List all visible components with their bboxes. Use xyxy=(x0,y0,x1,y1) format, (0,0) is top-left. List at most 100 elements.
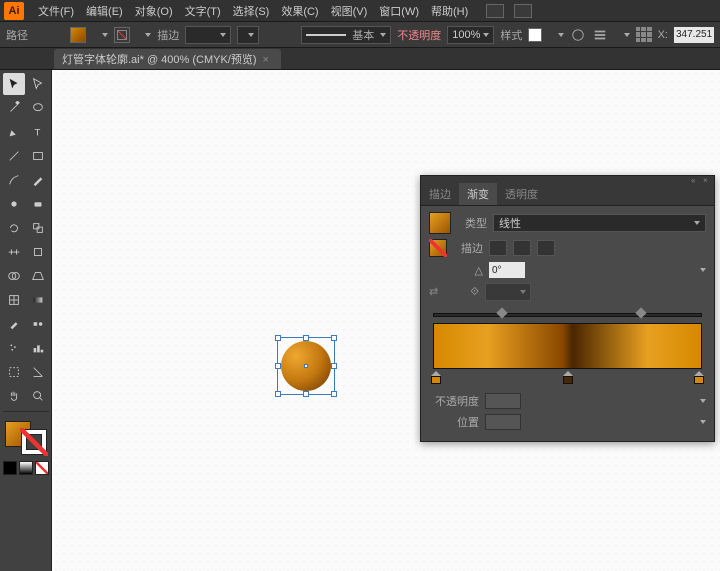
shape-builder-tool[interactable] xyxy=(3,265,25,287)
panel-close-icon[interactable]: × xyxy=(703,177,711,185)
column-graph-tool[interactable] xyxy=(27,337,49,359)
gradient-ramp[interactable] xyxy=(433,323,702,369)
panel-collapse-icon[interactable]: « xyxy=(691,177,699,185)
stroke-style-dropdown[interactable]: 基本 xyxy=(301,26,391,44)
close-tab-icon[interactable]: × xyxy=(263,54,273,64)
style-dropdown-icon[interactable] xyxy=(558,33,564,37)
stroke-gradient-swatch[interactable] xyxy=(429,239,447,257)
fill-swatch[interactable] xyxy=(70,27,86,43)
pen-tool[interactable] xyxy=(3,121,25,143)
slice-tool[interactable] xyxy=(27,361,49,383)
width-tool[interactable] xyxy=(3,241,25,263)
opacity-label: 不透明度 xyxy=(397,27,441,43)
gradient-panel: « × 描边 渐变 透明度 类型 线性 描边 △ 0° ⇄ ⟐ xyxy=(420,175,715,442)
stroke-apply-across-icon[interactable] xyxy=(537,240,555,256)
stroke-apply-along-icon[interactable] xyxy=(513,240,531,256)
direct-selection-tool[interactable] xyxy=(27,73,49,95)
scale-tool[interactable] xyxy=(27,217,49,239)
lasso-tool[interactable] xyxy=(27,97,49,119)
center-point-icon xyxy=(304,364,308,368)
x-coordinate-field[interactable]: 347.251 xyxy=(674,27,714,43)
document-tab[interactable]: 灯管字体轮廓.ai* @ 400% (CMYK/预览) × xyxy=(54,49,281,69)
menu-effect[interactable]: 效果(C) xyxy=(275,3,324,19)
type-tool[interactable]: T xyxy=(27,121,49,143)
stop-opacity-dropdown-icon[interactable] xyxy=(700,399,706,403)
menu-bar: Ai 文件(F) 编辑(E) 对象(O) 文字(T) 选择(S) 效果(C) 视… xyxy=(0,0,720,22)
pencil-tool[interactable] xyxy=(27,169,49,191)
resize-handle-tl[interactable] xyxy=(275,335,281,341)
align-dropdown-icon[interactable] xyxy=(624,33,630,37)
resize-handle-bm[interactable] xyxy=(303,391,309,397)
menu-select[interactable]: 选择(S) xyxy=(227,3,276,19)
stroke-dropdown-icon[interactable] xyxy=(145,33,151,37)
menu-file[interactable]: 文件(F) xyxy=(32,3,80,19)
reverse-gradient-icon[interactable]: ⇄ xyxy=(429,285,443,299)
rectangle-tool[interactable] xyxy=(27,145,49,167)
angle-dropdown-icon[interactable] xyxy=(700,268,706,272)
hand-tool[interactable] xyxy=(3,385,25,407)
perspective-grid-tool[interactable] xyxy=(27,265,49,287)
symbol-sprayer-tool[interactable] xyxy=(3,337,25,359)
resize-handle-tm[interactable] xyxy=(303,335,309,341)
graphic-style-swatch[interactable] xyxy=(528,28,542,42)
line-tool[interactable] xyxy=(3,145,25,167)
stroke-apply-within-icon[interactable] xyxy=(489,240,507,256)
stop-position-dropdown-icon[interactable] xyxy=(700,420,706,424)
zoom-tool[interactable] xyxy=(27,385,49,407)
fill-dropdown-icon[interactable] xyxy=(102,33,108,37)
align-icon[interactable] xyxy=(592,27,608,43)
fill-stroke-control[interactable] xyxy=(3,419,49,457)
gradient-slider[interactable] xyxy=(429,307,706,387)
resize-handle-tr[interactable] xyxy=(331,335,337,341)
selected-object[interactable] xyxy=(277,337,335,395)
color-mode-icon[interactable] xyxy=(3,461,17,475)
color-stop-3[interactable] xyxy=(694,371,704,383)
mesh-tool[interactable] xyxy=(3,289,25,311)
menu-object[interactable]: 对象(O) xyxy=(129,3,179,19)
layout-icon-1[interactable] xyxy=(486,4,504,18)
blob-brush-tool[interactable] xyxy=(3,193,25,215)
stop-position-field[interactable] xyxy=(485,414,521,430)
selection-tool[interactable] xyxy=(3,73,25,95)
tab-stroke[interactable]: 描边 xyxy=(421,183,459,205)
menu-view[interactable]: 视图(V) xyxy=(325,3,374,19)
stroke-weight-dropdown[interactable] xyxy=(185,26,231,44)
stroke-swatch[interactable] xyxy=(114,27,130,43)
menu-help[interactable]: 帮助(H) xyxy=(425,3,474,19)
resize-handle-ml[interactable] xyxy=(275,363,281,369)
stop-opacity-label: 不透明度 xyxy=(429,393,479,409)
recolor-icon[interactable] xyxy=(570,27,586,43)
tab-gradient[interactable]: 渐变 xyxy=(459,183,497,205)
magic-wand-tool[interactable] xyxy=(3,97,25,119)
eyedropper-tool[interactable] xyxy=(3,313,25,335)
gradient-type-dropdown[interactable]: 线性 xyxy=(493,214,706,232)
layout-icon-2[interactable] xyxy=(514,4,532,18)
menu-window[interactable]: 窗口(W) xyxy=(373,3,425,19)
brush-dropdown[interactable] xyxy=(237,26,259,44)
artboard-tool[interactable] xyxy=(3,361,25,383)
panel-tab-bar: 描边 渐变 透明度 xyxy=(421,186,714,206)
menu-edit[interactable]: 编辑(E) xyxy=(80,3,129,19)
resize-handle-mr[interactable] xyxy=(331,363,337,369)
gradient-tool[interactable] xyxy=(27,289,49,311)
gradient-preview-swatch[interactable] xyxy=(429,212,451,234)
eraser-tool[interactable] xyxy=(27,193,49,215)
free-transform-tool[interactable] xyxy=(27,241,49,263)
transform-reference-icon[interactable] xyxy=(636,27,652,43)
resize-handle-bl[interactable] xyxy=(275,391,281,397)
resize-handle-br[interactable] xyxy=(331,391,337,397)
angle-field[interactable]: 0° xyxy=(489,262,525,278)
paintbrush-tool[interactable] xyxy=(3,169,25,191)
color-stop-2[interactable] xyxy=(563,371,573,383)
none-mode-icon[interactable] xyxy=(35,461,49,475)
rotate-tool[interactable] xyxy=(3,217,25,239)
stroke-color-box[interactable] xyxy=(21,429,47,455)
opacity-dropdown[interactable]: 100% xyxy=(447,26,494,44)
gradient-mode-icon[interactable] xyxy=(19,461,33,475)
menu-text[interactable]: 文字(T) xyxy=(179,3,227,19)
color-stop-1[interactable] xyxy=(431,371,441,383)
stop-opacity-field[interactable] xyxy=(485,393,521,409)
selection-bounding-box xyxy=(277,337,335,395)
blend-tool[interactable] xyxy=(27,313,49,335)
tab-transparency[interactable]: 透明度 xyxy=(497,183,546,205)
